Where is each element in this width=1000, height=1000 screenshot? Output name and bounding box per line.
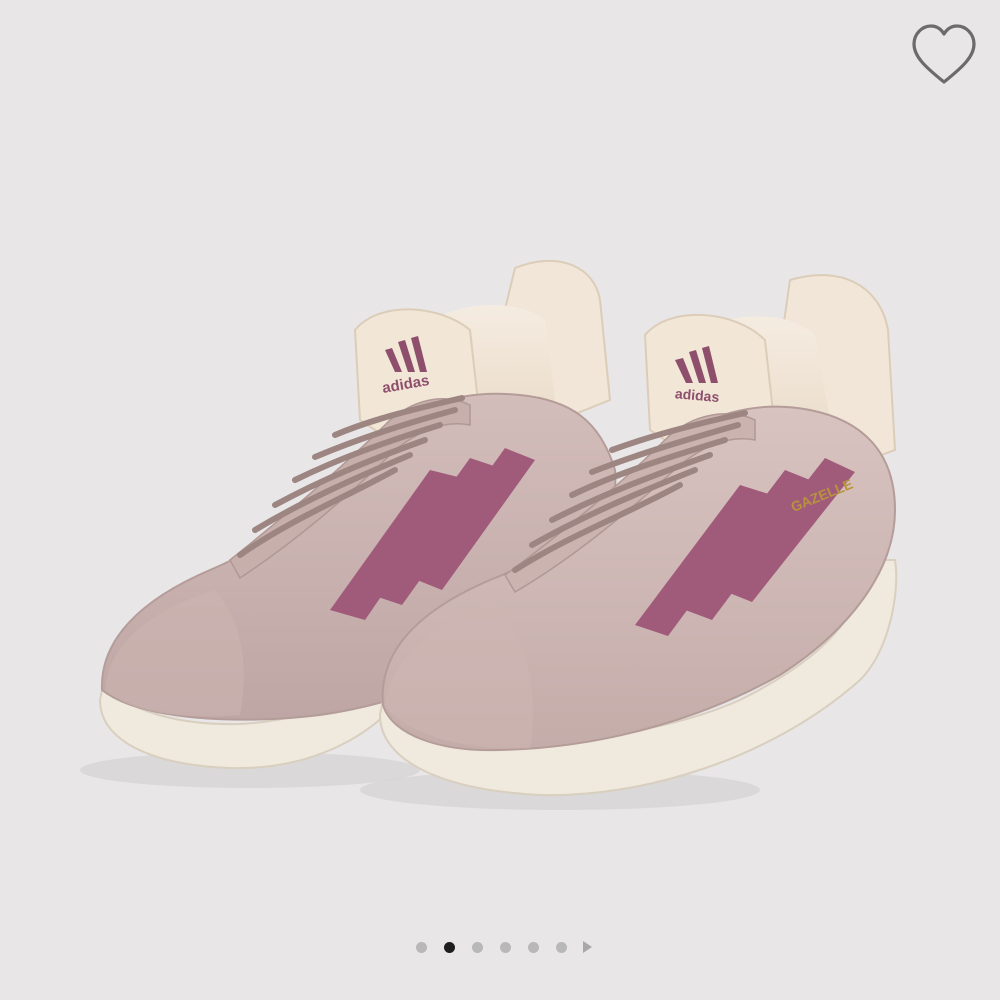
- image-pagination: [0, 934, 1000, 960]
- pagination-dot-1[interactable]: [416, 941, 427, 953]
- wishlist-button[interactable]: [904, 16, 984, 96]
- product-image[interactable]: adidas GAZELLE adidas: [0, 0, 1000, 1000]
- pagination-dot-3[interactable]: [472, 941, 483, 953]
- pagination-dot-4[interactable]: [500, 941, 511, 953]
- pagination-dot-6[interactable]: [556, 941, 567, 953]
- pagination-dot-5[interactable]: [528, 941, 539, 953]
- pagination-dot-2[interactable]: [444, 941, 455, 953]
- play-triangle-icon[interactable]: [583, 941, 592, 953]
- product-image-viewer: adidas GAZELLE adidas: [0, 0, 1000, 1000]
- heart-outline-icon: [912, 24, 976, 84]
